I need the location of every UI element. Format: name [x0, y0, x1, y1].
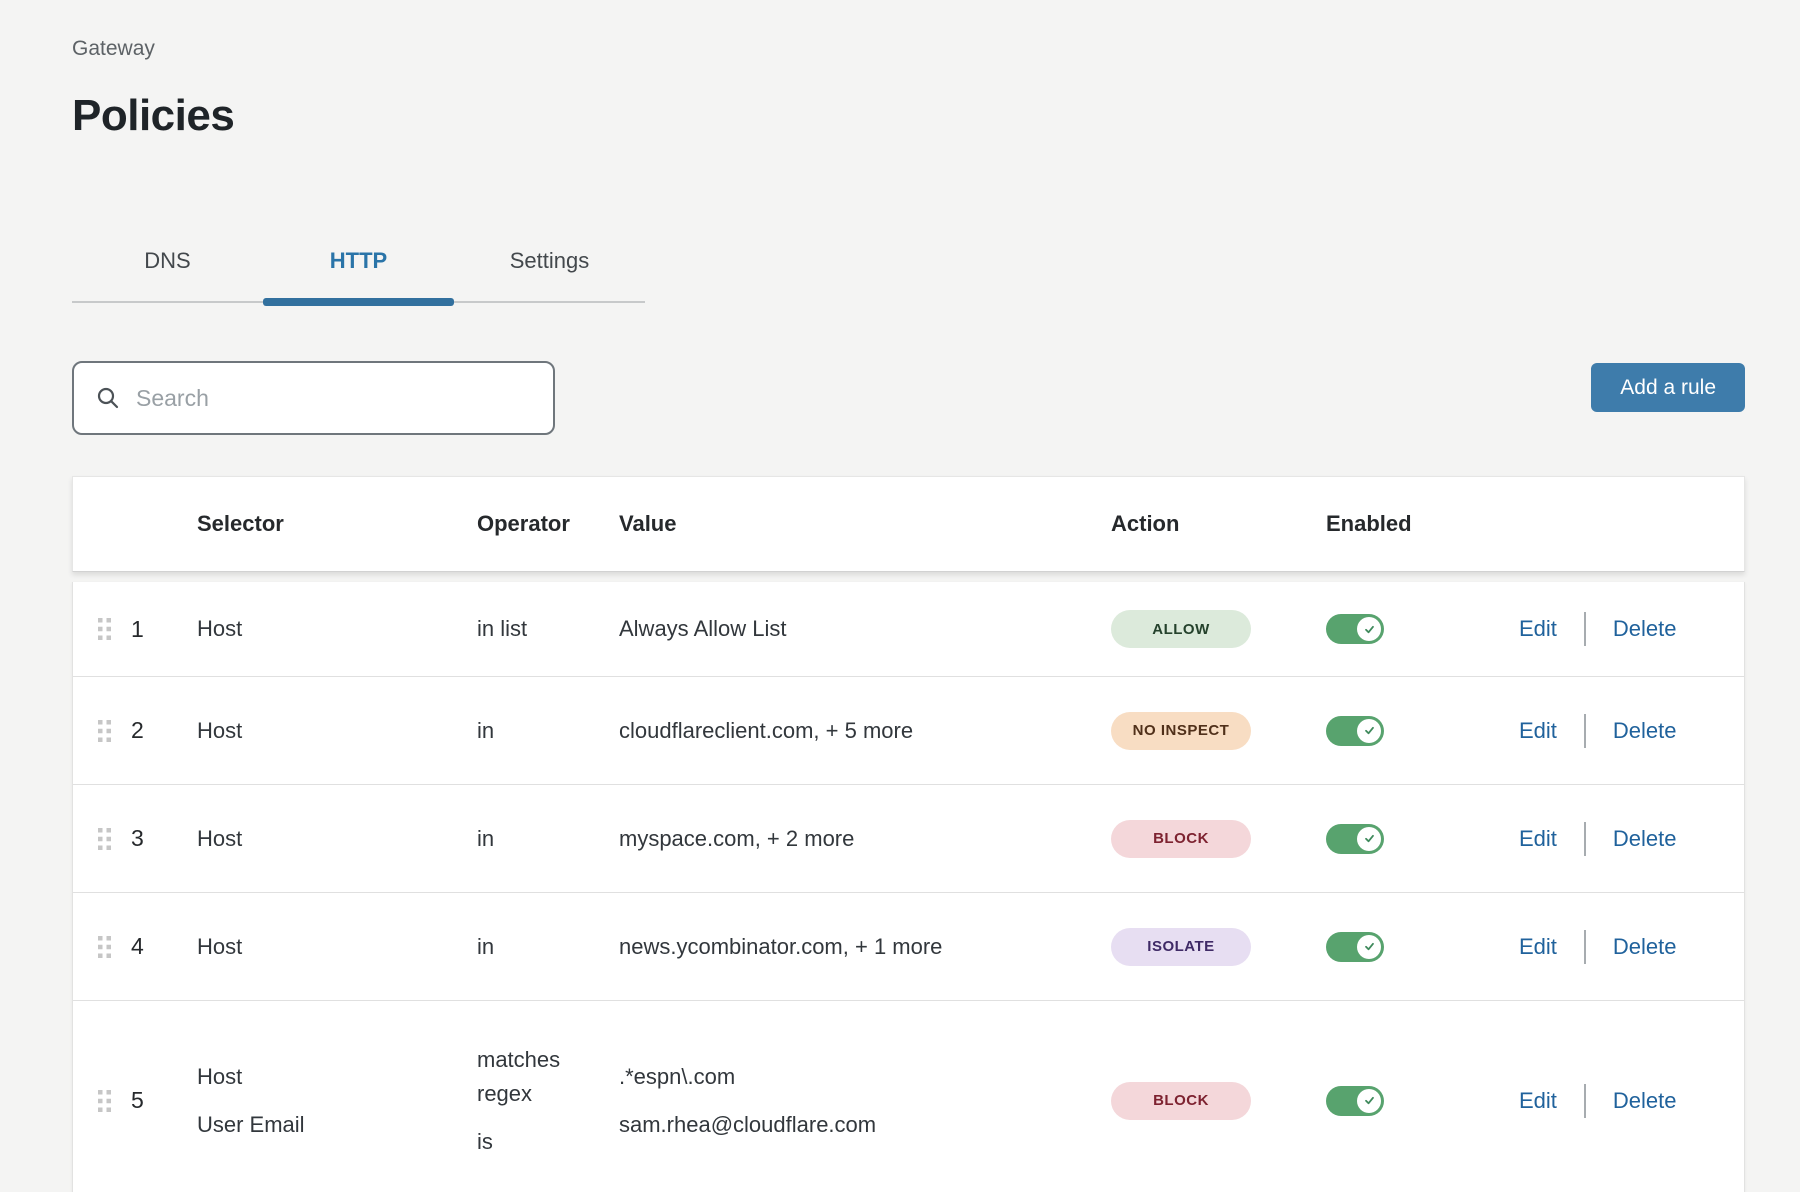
table-row: 3 Host in myspace.com, + 2 more BLOCK Ed… [73, 784, 1744, 892]
action-badge: ALLOW [1111, 610, 1251, 648]
edit-link[interactable]: Edit [1519, 934, 1557, 960]
delete-link[interactable]: Delete [1613, 616, 1677, 642]
active-tab-indicator [263, 298, 454, 306]
cell-value: myspace.com, + 2 more [619, 822, 1111, 856]
search-icon [96, 386, 120, 410]
delete-link[interactable]: Delete [1613, 826, 1677, 852]
toolbar: Add a rule [72, 361, 1745, 435]
table-row: 4 Host in news.ycombinator.com, + 1 more… [73, 892, 1744, 1000]
cell-operator: matches regexis [477, 1043, 619, 1159]
column-header-value: Value [619, 511, 1111, 537]
action-badge: NO INSPECT [1111, 712, 1251, 750]
edit-link[interactable]: Edit [1519, 718, 1557, 744]
cell-selector: Host [197, 714, 477, 748]
row-number: 1 [131, 616, 197, 643]
delete-link[interactable]: Delete [1613, 934, 1677, 960]
column-header-operator: Operator [477, 511, 619, 537]
toggle-knob [1357, 827, 1381, 851]
table-row: 1 Host in list Always Allow List ALLOW E… [73, 582, 1744, 676]
cell-value: .*espn\.comsam.rhea@cloudflare.com [619, 1060, 1111, 1142]
row-number: 5 [131, 1087, 197, 1114]
search-box[interactable] [72, 361, 555, 435]
column-header-enabled: Enabled [1326, 511, 1519, 537]
edit-link[interactable]: Edit [1519, 616, 1557, 642]
column-header-selector: Selector [197, 511, 477, 537]
action-badge: BLOCK [1111, 1082, 1251, 1120]
table-row: 2 Host in cloudflareclient.com, + 5 more… [73, 676, 1744, 784]
delete-link[interactable]: Delete [1613, 718, 1677, 744]
policies-table: Selector Operator Value Action Enabled 1… [72, 476, 1745, 1192]
row-number: 2 [131, 717, 197, 744]
cell-value: news.ycombinator.com, + 1 more [619, 930, 1111, 964]
action-divider [1584, 930, 1586, 964]
drag-handle-icon[interactable] [97, 935, 131, 959]
check-icon [1363, 724, 1376, 737]
tab-underline [72, 301, 645, 303]
gateway-policies-page: Gateway Policies DNS HTTP Settings Add a… [0, 0, 1800, 1192]
toggle-knob [1357, 935, 1381, 959]
drag-handle-icon[interactable] [97, 827, 131, 851]
row-number: 4 [131, 933, 197, 960]
action-badge: ISOLATE [1111, 928, 1251, 966]
cell-operator: in list [477, 612, 619, 646]
search-input[interactable] [136, 385, 533, 412]
toggle-knob [1357, 617, 1381, 641]
drag-handle-icon[interactable] [97, 1089, 131, 1113]
action-divider [1584, 822, 1586, 856]
check-icon [1363, 940, 1376, 953]
cell-value: Always Allow List [619, 612, 1111, 646]
edit-link[interactable]: Edit [1519, 826, 1557, 852]
cell-selector: Host [197, 930, 477, 964]
cell-operator: in [477, 714, 619, 748]
table-row: 5 HostUser Email matches regexis .*espn\… [73, 1000, 1744, 1192]
check-icon [1363, 623, 1376, 636]
row-number: 3 [131, 825, 197, 852]
delete-link[interactable]: Delete [1613, 1088, 1677, 1114]
check-icon [1363, 1094, 1376, 1107]
cell-selector: Host [197, 822, 477, 856]
cell-operator: in [477, 930, 619, 964]
tab-dns[interactable]: DNS [72, 247, 263, 275]
tab-settings[interactable]: Settings [454, 247, 645, 275]
edit-link[interactable]: Edit [1519, 1088, 1557, 1114]
enabled-toggle[interactable] [1326, 716, 1384, 746]
enabled-toggle[interactable] [1326, 614, 1384, 644]
page-title: Policies [72, 90, 1745, 142]
action-divider [1584, 612, 1586, 646]
table-body: 1 Host in list Always Allow List ALLOW E… [72, 582, 1745, 1192]
drag-handle-icon[interactable] [97, 719, 131, 743]
action-divider [1584, 1084, 1586, 1118]
breadcrumb[interactable]: Gateway [72, 36, 1745, 62]
action-badge: BLOCK [1111, 820, 1251, 858]
tab-bar: DNS HTTP Settings [72, 247, 645, 303]
enabled-toggle[interactable] [1326, 824, 1384, 854]
table-header: Selector Operator Value Action Enabled [72, 476, 1745, 572]
drag-handle-icon[interactable] [97, 617, 131, 641]
tab-http[interactable]: HTTP [263, 247, 454, 275]
enabled-toggle[interactable] [1326, 1086, 1384, 1116]
toggle-knob [1357, 1089, 1381, 1113]
toggle-knob [1357, 719, 1381, 743]
cell-operator: in [477, 822, 619, 856]
cell-value: cloudflareclient.com, + 5 more [619, 714, 1111, 748]
cell-selector: HostUser Email [197, 1060, 477, 1142]
check-icon [1363, 832, 1376, 845]
enabled-toggle[interactable] [1326, 932, 1384, 962]
cell-selector: Host [197, 612, 477, 646]
action-divider [1584, 714, 1586, 748]
add-rule-button[interactable]: Add a rule [1591, 363, 1745, 412]
column-header-action: Action [1111, 511, 1326, 537]
